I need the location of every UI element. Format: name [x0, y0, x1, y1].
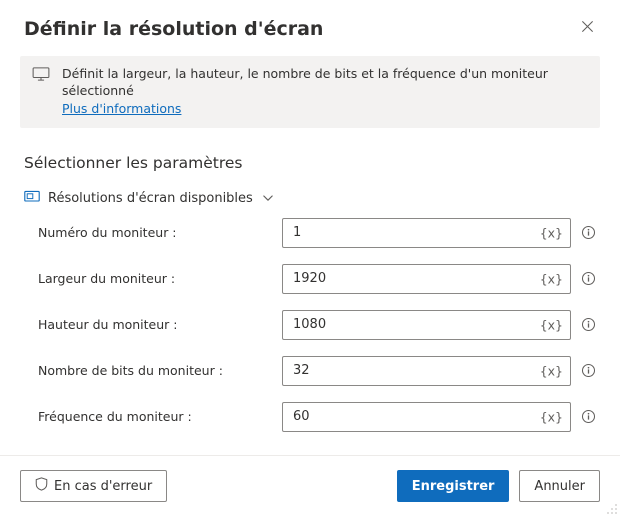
- field-monitor-bits: Nombre de bits du moniteur : {x}: [38, 356, 596, 386]
- input-monitor-freq[interactable]: [282, 402, 571, 432]
- label-monitor-width: Largeur du moniteur :: [38, 271, 272, 286]
- label-monitor-bits: Nombre de bits du moniteur :: [38, 363, 272, 378]
- help-monitor-bits[interactable]: [581, 363, 596, 378]
- close-button[interactable]: [577, 18, 598, 38]
- more-info-link[interactable]: Plus d'informations: [62, 101, 181, 118]
- variable-picker-monitor-width[interactable]: {x}: [540, 271, 563, 286]
- label-monitor-freq: Fréquence du moniteur :: [38, 409, 272, 424]
- group-header-resolutions[interactable]: Résolutions d'écran disponibles: [24, 190, 596, 208]
- help-monitor-number[interactable]: [581, 225, 596, 240]
- input-monitor-bits[interactable]: [282, 356, 571, 386]
- monitor-icon: [32, 67, 50, 85]
- field-monitor-number: Numéro du moniteur : {x}: [38, 218, 596, 248]
- shield-icon: [35, 477, 48, 495]
- label-monitor-number: Numéro du moniteur :: [38, 225, 272, 240]
- on-error-label: En cas d'erreur: [54, 479, 152, 494]
- info-icon: [581, 271, 596, 286]
- cancel-button[interactable]: Annuler: [519, 470, 600, 502]
- field-monitor-width: Largeur du moniteur : {x}: [38, 264, 596, 294]
- info-text: Définit la largeur, la hauteur, le nombr…: [62, 66, 548, 98]
- save-button[interactable]: Enregistrer: [397, 470, 510, 502]
- help-monitor-height[interactable]: [581, 317, 596, 332]
- help-monitor-width[interactable]: [581, 271, 596, 286]
- variable-picker-monitor-number[interactable]: {x}: [540, 225, 563, 240]
- info-icon: [581, 363, 596, 378]
- info-icon: [581, 409, 596, 424]
- close-icon: [581, 20, 594, 33]
- info-banner: Définit la largeur, la hauteur, le nombr…: [20, 56, 600, 128]
- input-monitor-number[interactable]: [282, 218, 571, 248]
- variable-picker-monitor-freq[interactable]: {x}: [540, 409, 563, 424]
- section-title: Sélectionner les paramètres: [24, 154, 596, 172]
- chevron-down-icon: [263, 192, 273, 205]
- field-monitor-height: Hauteur du moniteur : {x}: [38, 310, 596, 340]
- group-label: Résolutions d'écran disponibles: [48, 191, 253, 206]
- variable-picker-monitor-bits[interactable]: {x}: [540, 363, 563, 378]
- resolution-icon: [24, 190, 40, 208]
- label-monitor-height: Hauteur du moniteur :: [38, 317, 272, 332]
- info-icon: [581, 225, 596, 240]
- field-monitor-freq: Fréquence du moniteur : {x}: [38, 402, 596, 432]
- input-monitor-height[interactable]: [282, 310, 571, 340]
- input-monitor-width[interactable]: [282, 264, 571, 294]
- help-monitor-freq[interactable]: [581, 409, 596, 424]
- dialog-title: Définir la résolution d'écran: [24, 18, 323, 40]
- variable-picker-monitor-height[interactable]: {x}: [540, 317, 563, 332]
- info-icon: [581, 317, 596, 332]
- on-error-button[interactable]: En cas d'erreur: [20, 470, 167, 502]
